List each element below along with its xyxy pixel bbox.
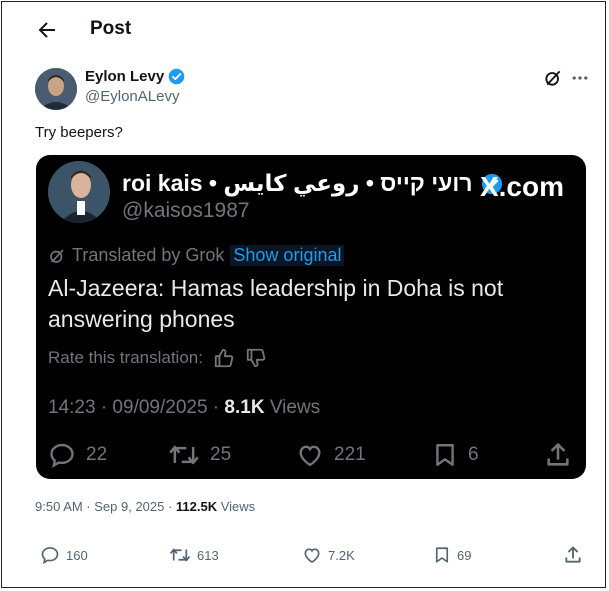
- reply-count: 160: [66, 547, 88, 563]
- post-text: Try beepers?: [35, 124, 123, 141]
- share-icon: [565, 546, 581, 563]
- show-original-link[interactable]: Show original: [230, 245, 345, 266]
- embed-timestamp: 14:23 · 09/09/2025 ·: [48, 397, 225, 418]
- repost-count: 613: [197, 547, 219, 563]
- embed-author-name-row: roi kais • רועי קייס • روعي كايس: [122, 170, 503, 197]
- post-timestamp[interactable]: 9:50 AM · Sep 9, 2025 ·: [35, 499, 176, 514]
- bookmark-icon: [436, 444, 454, 466]
- embed-repost-count: 25: [210, 444, 232, 465]
- rate-translation-row: Rate this translation:: [48, 347, 267, 369]
- more-options-icon[interactable]: [570, 68, 590, 88]
- author-handle[interactable]: @EylonALevy: [85, 88, 179, 105]
- reply-icon: [50, 443, 74, 468]
- author-name-row[interactable]: Eylon Levy: [85, 68, 185, 85]
- translated-label: Translated by Grok: [72, 245, 225, 265]
- grok-icon[interactable]: [543, 68, 563, 88]
- post-timestamp-views: 9:50 AM · Sep 9, 2025 · 112.5K Views: [35, 499, 255, 514]
- embed-like-count: 221: [334, 444, 366, 465]
- heart-icon: [304, 548, 320, 564]
- back-arrow-icon[interactable]: [35, 18, 59, 42]
- post-views-label: Views: [217, 499, 256, 514]
- embed-timestamp-views: 14:23 · 09/09/2025 · 8.1K Views: [48, 397, 320, 419]
- embed-reply-action[interactable]: 22: [48, 441, 107, 469]
- grok-small-icon: [50, 248, 64, 263]
- avatar-image: [35, 68, 77, 110]
- like-count: 7.2K: [328, 547, 355, 563]
- bookmark-action[interactable]: 69: [433, 545, 471, 565]
- heart-icon: [299, 445, 321, 467]
- embed-author-handle: @kaisos1987: [122, 199, 250, 222]
- share-icon: [547, 443, 569, 466]
- like-action[interactable]: 7.2K: [302, 545, 355, 565]
- top-bar: Post: [2, 2, 605, 58]
- embed-author-name: roi kais • רועי קייס • روعي كايس: [122, 170, 473, 196]
- brand-watermark: X.com: [479, 171, 564, 202]
- author-name[interactable]: Eylon Levy: [85, 68, 164, 85]
- embed-avatar-image: [48, 161, 110, 223]
- embedded-post-image[interactable]: roi kais • רועי קייס • روعي كايس @kaisos…: [36, 155, 586, 479]
- reply-action[interactable]: 160: [40, 545, 88, 565]
- bookmark-icon: [435, 547, 449, 563]
- thumbs-up-icon[interactable]: [213, 347, 235, 369]
- verified-badge-icon: [168, 68, 185, 85]
- embed-reply-count: 22: [86, 444, 108, 465]
- embed-bookmark-action[interactable]: 6: [432, 441, 479, 469]
- thumbs-down-icon[interactable]: [245, 347, 267, 369]
- embed-post-text: Al-Jazeera: Hamas leadership in Doha is …: [48, 275, 504, 332]
- embed-like-action[interactable]: 221: [296, 441, 366, 469]
- translation-notice: Translated by Grok Show original: [48, 245, 345, 266]
- rate-label: Rate this translation:: [48, 348, 203, 367]
- bookmark-count: 69: [457, 547, 472, 563]
- embed-views-count: 8.1K: [224, 397, 265, 418]
- embed-action-bar: 22 25 221 6: [48, 441, 574, 471]
- post-page: Post Eylon Levy @EylonALevy Try beepers?: [1, 1, 606, 588]
- page-title: Post: [90, 18, 132, 39]
- embed-views-label: Views: [264, 397, 321, 418]
- embed-avatar: [48, 161, 110, 223]
- repost-action[interactable]: 613: [169, 545, 219, 565]
- embed-share-action[interactable]: [544, 441, 572, 469]
- reply-icon: [41, 547, 59, 565]
- share-action[interactable]: [563, 545, 583, 565]
- repost-icon: [169, 445, 199, 465]
- embed-repost-action[interactable]: 25: [168, 441, 231, 469]
- post-action-bar: 160 613 7.2K 69: [35, 545, 585, 569]
- post-views-count: 112.5K: [175, 499, 218, 514]
- avatar[interactable]: [35, 68, 77, 110]
- repost-icon: [169, 548, 191, 562]
- embed-bookmark-count: 6: [468, 444, 479, 465]
